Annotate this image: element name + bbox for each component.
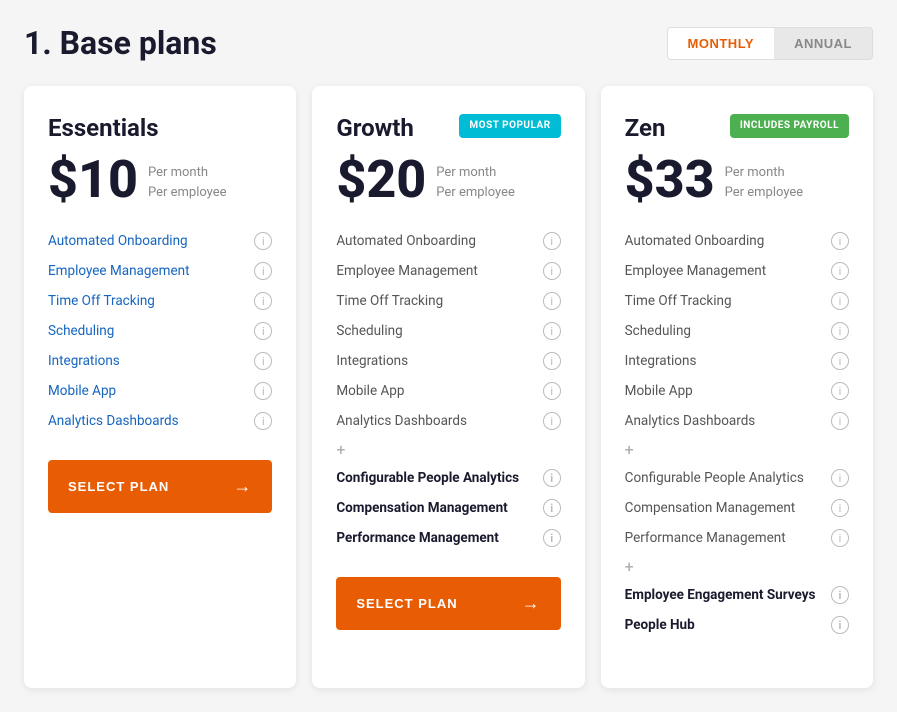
feature-item: Performance Management i bbox=[625, 523, 849, 553]
info-icon[interactable]: i bbox=[543, 382, 561, 400]
info-icon[interactable]: i bbox=[254, 382, 272, 400]
feature-item: Integrations i bbox=[336, 346, 560, 376]
feature-item: Scheduling i bbox=[625, 316, 849, 346]
info-icon[interactable]: i bbox=[831, 412, 849, 430]
features-list-zen: Automated Onboarding i Employee Manageme… bbox=[625, 226, 849, 640]
feature-item[interactable]: Analytics Dashboards i bbox=[48, 406, 272, 436]
info-icon[interactable]: i bbox=[831, 382, 849, 400]
plan-price-essentials: $10 bbox=[48, 154, 138, 206]
plan-name-essentials: Essentials bbox=[48, 114, 159, 142]
plan-price-zen: $33 bbox=[625, 154, 715, 206]
info-icon[interactable]: i bbox=[543, 322, 561, 340]
feature-item[interactable]: Integrations i bbox=[48, 346, 272, 376]
feature-item: Compensation Management i bbox=[336, 493, 560, 523]
badge-popular: MOST POPULAR bbox=[459, 114, 560, 138]
feature-item: Analytics Dashboards i bbox=[625, 406, 849, 436]
info-icon[interactable]: i bbox=[831, 292, 849, 310]
plan-price-row-zen: $33 Per month Per employee bbox=[625, 154, 849, 206]
plan-header-zen: Zen INCLUDES PAYROLL bbox=[625, 114, 849, 142]
page-title: 1. Base plans bbox=[24, 24, 217, 62]
price-details-zen: Per month Per employee bbox=[725, 163, 804, 206]
feature-item: Mobile App i bbox=[625, 376, 849, 406]
feature-item: People Hub i bbox=[625, 610, 849, 640]
features-list-essentials: Automated Onboarding i Employee Manageme… bbox=[48, 226, 272, 436]
billing-toggle[interactable]: MONTHLY ANNUAL bbox=[667, 27, 873, 60]
feature-item[interactable]: Scheduling i bbox=[48, 316, 272, 346]
badge-payroll: INCLUDES PAYROLL bbox=[730, 114, 849, 138]
info-icon[interactable]: i bbox=[543, 469, 561, 487]
feature-item: Automated Onboarding i bbox=[336, 226, 560, 256]
monthly-toggle[interactable]: MONTHLY bbox=[668, 28, 775, 59]
feature-item: Analytics Dashboards i bbox=[336, 406, 560, 436]
plan-price-growth: $20 bbox=[336, 154, 426, 206]
plan-name-growth: Growth bbox=[336, 114, 414, 142]
plan-card-essentials: Essentials $10 Per month Per employee Au… bbox=[24, 86, 296, 688]
plan-price-row-essentials: $10 Per month Per employee bbox=[48, 154, 272, 206]
info-icon[interactable]: i bbox=[254, 352, 272, 370]
plan-name-zen: Zen bbox=[625, 114, 666, 142]
feature-item: Configurable People Analytics i bbox=[336, 463, 560, 493]
feature-item: Scheduling i bbox=[336, 316, 560, 346]
price-details-growth: Per month Per employee bbox=[436, 163, 515, 206]
select-plan-button-growth[interactable]: SELECT PLAN → bbox=[336, 577, 560, 630]
feature-item: Employee Management i bbox=[336, 256, 560, 286]
feature-item[interactable]: Time Off Tracking i bbox=[48, 286, 272, 316]
price-details-essentials: Per month Per employee bbox=[148, 163, 227, 206]
info-icon[interactable]: i bbox=[254, 292, 272, 310]
plan-header-growth: Growth MOST POPULAR bbox=[336, 114, 560, 142]
plan-card-zen: Zen INCLUDES PAYROLL $33 Per month Per e… bbox=[601, 86, 873, 688]
arrow-icon: → bbox=[233, 476, 252, 497]
info-icon[interactable]: i bbox=[543, 232, 561, 250]
plan-card-growth: Growth MOST POPULAR $20 Per month Per em… bbox=[312, 86, 584, 688]
feature-item[interactable]: Employee Management i bbox=[48, 256, 272, 286]
feature-item: Mobile App i bbox=[336, 376, 560, 406]
info-icon[interactable]: i bbox=[254, 232, 272, 250]
info-icon[interactable]: i bbox=[543, 412, 561, 430]
info-icon[interactable]: i bbox=[543, 499, 561, 517]
select-plan-button-essentials[interactable]: SELECT PLAN → bbox=[48, 460, 272, 513]
info-icon[interactable]: i bbox=[543, 262, 561, 280]
feature-item: Configurable People Analytics i bbox=[625, 463, 849, 493]
feature-item: Integrations i bbox=[625, 346, 849, 376]
page-header: 1. Base plans MONTHLY ANNUAL bbox=[24, 24, 873, 62]
info-icon[interactable]: i bbox=[831, 232, 849, 250]
annual-toggle[interactable]: ANNUAL bbox=[774, 28, 872, 59]
plus-separator: + bbox=[336, 436, 560, 463]
plus-separator: + bbox=[625, 436, 849, 463]
info-icon[interactable]: i bbox=[543, 292, 561, 310]
info-icon[interactable]: i bbox=[831, 529, 849, 547]
info-icon[interactable]: i bbox=[254, 412, 272, 430]
feature-item[interactable]: Mobile App i bbox=[48, 376, 272, 406]
plan-header-essentials: Essentials bbox=[48, 114, 272, 142]
info-icon[interactable]: i bbox=[831, 352, 849, 370]
info-icon[interactable]: i bbox=[543, 352, 561, 370]
features-list-growth: Automated Onboarding i Employee Manageme… bbox=[336, 226, 560, 553]
feature-item[interactable]: Automated Onboarding i bbox=[48, 226, 272, 256]
feature-item: Performance Management i bbox=[336, 523, 560, 553]
info-icon[interactable]: i bbox=[831, 586, 849, 604]
plan-price-row-growth: $20 Per month Per employee bbox=[336, 154, 560, 206]
feature-item: Time Off Tracking i bbox=[336, 286, 560, 316]
feature-item: Employee Engagement Surveys i bbox=[625, 580, 849, 610]
feature-item: Employee Management i bbox=[625, 256, 849, 286]
arrow-icon: → bbox=[522, 593, 541, 614]
info-icon[interactable]: i bbox=[831, 499, 849, 517]
feature-item: Compensation Management i bbox=[625, 493, 849, 523]
plans-grid: Essentials $10 Per month Per employee Au… bbox=[24, 86, 873, 688]
info-icon[interactable]: i bbox=[543, 529, 561, 547]
info-icon[interactable]: i bbox=[831, 616, 849, 634]
info-icon[interactable]: i bbox=[831, 469, 849, 487]
feature-item: Automated Onboarding i bbox=[625, 226, 849, 256]
info-icon[interactable]: i bbox=[831, 262, 849, 280]
feature-item: Time Off Tracking i bbox=[625, 286, 849, 316]
info-icon[interactable]: i bbox=[254, 262, 272, 280]
info-icon[interactable]: i bbox=[254, 322, 272, 340]
info-icon[interactable]: i bbox=[831, 322, 849, 340]
